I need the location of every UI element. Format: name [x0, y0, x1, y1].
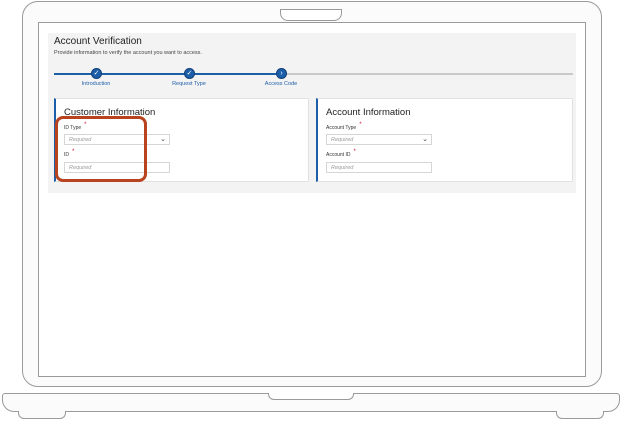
laptop-base-notch: [268, 393, 354, 400]
chevron-down-icon: ⌄: [422, 136, 428, 143]
account-id-placeholder: Required: [331, 165, 354, 171]
progress-line-remaining: [281, 73, 573, 75]
step-access-code-chevron-icon[interactable]: ›: [276, 68, 287, 79]
page-subtitle: Provide information to verify the accoun…: [54, 50, 202, 56]
laptop-foot-right: [556, 411, 604, 419]
account-type-select[interactable]: Required ⌄: [326, 134, 432, 145]
step-label-access-code[interactable]: Access Code: [265, 81, 297, 87]
required-asterisk: *: [359, 122, 362, 128]
step-label-introduction[interactable]: Introduction: [82, 81, 111, 87]
chevron-down-icon: ⌄: [160, 136, 166, 143]
callout-highlight-box: [55, 116, 147, 182]
step-label-request-type[interactable]: Request Type: [172, 81, 206, 87]
required-asterisk: *: [353, 149, 356, 155]
account-type-label: Account Type *: [326, 122, 362, 131]
account-type-label-text: Account Type: [326, 125, 357, 131]
progress-line-complete: [54, 73, 281, 75]
account-id-label: Account ID *: [326, 149, 356, 158]
step-request-type-check-icon[interactable]: ✓: [184, 68, 195, 79]
laptop-foot-left: [18, 411, 66, 419]
account-id-label-text: Account ID: [326, 152, 351, 158]
account-information-card: Account Information Account Type * Requir…: [316, 98, 573, 182]
account-type-placeholder: Required: [331, 137, 354, 143]
page-title: Account Verification: [54, 36, 142, 47]
step-introduction-check-icon[interactable]: ✓: [91, 68, 102, 79]
laptop-camera-notch: [280, 9, 342, 21]
account-information-title: Account Information: [326, 107, 411, 118]
laptop-screen: Account Verification Provide information…: [38, 22, 586, 377]
account-id-input[interactable]: Required: [326, 162, 432, 173]
